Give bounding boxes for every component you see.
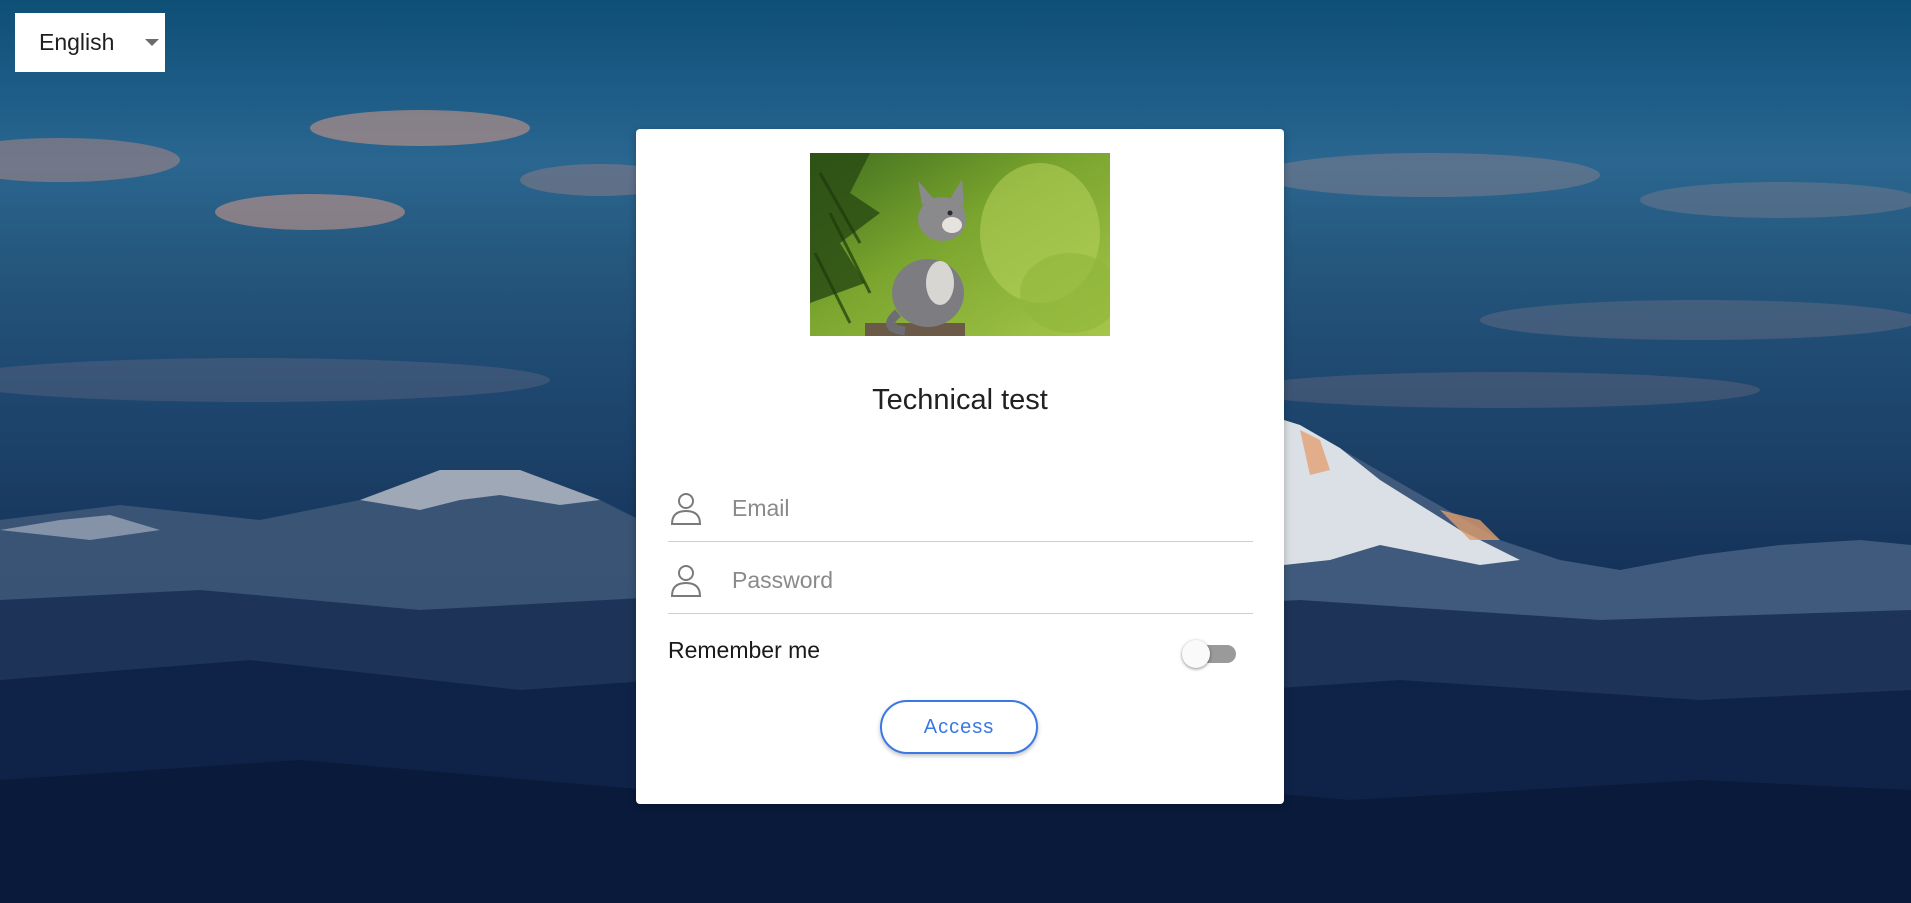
email-input[interactable] bbox=[732, 489, 1232, 527]
password-field bbox=[668, 543, 1253, 614]
page-title: Technical test bbox=[872, 384, 1048, 416]
login-card: Technical test Remember me Access bbox=[636, 129, 1284, 804]
language-select[interactable]: English bbox=[15, 13, 165, 72]
chevron-down-icon bbox=[145, 39, 159, 46]
remember-me-label: Remember me bbox=[668, 637, 821, 663]
email-field bbox=[668, 471, 1253, 542]
language-select-value: English bbox=[39, 29, 115, 55]
user-icon bbox=[668, 491, 704, 527]
password-input[interactable] bbox=[732, 561, 1232, 599]
toggle-thumb bbox=[1182, 640, 1210, 668]
kitten-logo-image bbox=[810, 153, 1110, 336]
access-button[interactable]: Access bbox=[880, 700, 1038, 754]
user-icon bbox=[668, 563, 704, 599]
remember-me-toggle[interactable] bbox=[1182, 637, 1240, 668]
